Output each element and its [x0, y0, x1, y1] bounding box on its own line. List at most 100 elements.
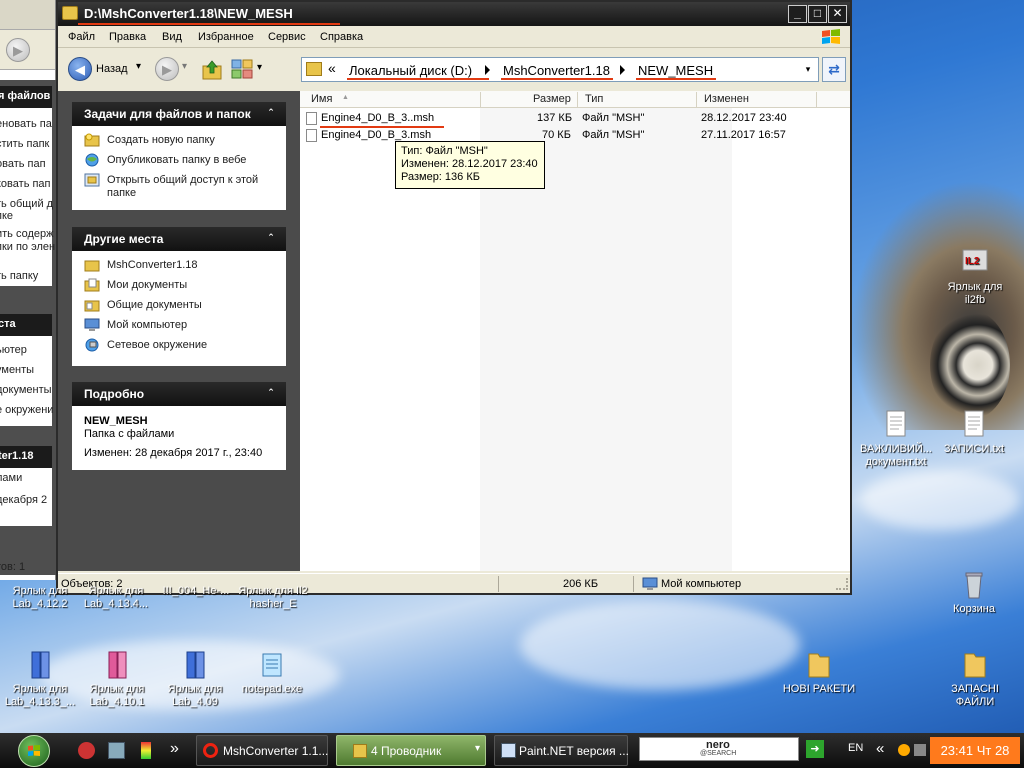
desktop-icon-lab-4-12-2[interactable]: Ярлык для Lab_4.12.2 — [0, 585, 80, 611]
menu-tools[interactable]: Сервис — [268, 31, 306, 43]
views-icon[interactable] — [231, 59, 255, 81]
nero-go-icon[interactable]: ➜ — [806, 740, 824, 758]
desktop-icon-important-doc[interactable]: ВАЖЛИВИЙ... документ.txt — [856, 410, 936, 469]
column-divider[interactable] — [577, 92, 578, 107]
menu-view[interactable]: Вид — [162, 31, 182, 43]
views-dropdown[interactable]: ▾ — [257, 62, 262, 73]
column-divider[interactable] — [480, 92, 481, 107]
desktop-icon-lab-4-10-1[interactable]: Ярлык для Lab_4.10.1 — [77, 650, 157, 709]
up-folder-icon[interactable] — [200, 58, 224, 82]
place-label[interactable]: MshConverter1.18 — [107, 259, 198, 271]
breadcrumb-separator-icon[interactable] — [485, 65, 490, 75]
background-explorer-window[interactable]: ▶ я файлов еновать па стить папк овать п… — [0, 0, 56, 580]
menu-file[interactable]: Файл — [68, 31, 95, 43]
bg-panel-line[interactable]: еновать па — [0, 118, 52, 130]
column-divider[interactable] — [816, 92, 817, 107]
go-refresh-button[interactable]: ⇄ — [822, 57, 846, 82]
window-titlebar[interactable]: D:\MshConverter1.18\NEW_MESH _ □ ✕ — [58, 2, 850, 26]
collapse-chevron-icon[interactable]: ⌃ — [264, 106, 278, 120]
clock[interactable]: 23:41 Чт 28 — [930, 737, 1020, 764]
bg-panel-line[interactable]: стить папк — [0, 138, 49, 150]
task-mshconverter[interactable]: MshConverter 1.1... — [196, 735, 328, 766]
place-label[interactable]: Сетевое окружение — [107, 339, 207, 351]
bg-panel-title[interactable]: ста — [0, 314, 52, 336]
quicklaunch-snap-icon[interactable] — [78, 742, 95, 759]
forward-button[interactable]: ▶ — [155, 57, 179, 81]
quicklaunch-network-icon[interactable] — [108, 742, 125, 759]
back-label[interactable]: Назад — [96, 63, 128, 75]
task-group-dropdown[interactable]: ▾ — [475, 743, 480, 754]
menu-favorites[interactable]: Избранное — [198, 31, 254, 43]
bg-panel-line[interactable]: пке — [0, 210, 13, 222]
quicklaunch-app-icon[interactable] — [141, 742, 151, 759]
bg-window-titlebar[interactable] — [0, 0, 55, 30]
collapse-chevron-icon[interactable]: ⌃ — [264, 231, 278, 245]
tray-expand-button[interactable]: « — [876, 740, 884, 757]
back-history-dropdown[interactable]: ▾ — [136, 61, 141, 72]
start-button[interactable] — [18, 735, 50, 767]
column-name[interactable]: Имя — [311, 93, 332, 105]
explorer-window[interactable]: D:\MshConverter1.18\NEW_MESH _ □ ✕ Файл … — [56, 0, 852, 595]
bg-panel-line[interactable]: ть общий д — [0, 198, 53, 210]
collapse-chevron-icon[interactable]: ⌃ — [264, 386, 278, 400]
task-label[interactable]: Опубликовать папку в вебе — [107, 154, 246, 166]
places-panel-header[interactable]: Другие места ⌃ — [72, 227, 286, 251]
forward-history-dropdown[interactable]: ▾ — [182, 61, 187, 72]
place-label[interactable]: Мой компьютер — [107, 319, 187, 331]
bg-panel-title[interactable]: ter1.18 — [0, 446, 52, 468]
bg-panel-line[interactable]: е окружени — [0, 404, 53, 416]
place-label[interactable]: Мои документы — [107, 279, 187, 291]
desktop-icon-notes[interactable]: ЗАПИСИ.txt — [934, 410, 1014, 456]
quicklaunch-more-button[interactable]: » — [170, 740, 179, 758]
file-name[interactable]: Engine4_D0_B_3.msh — [321, 129, 431, 141]
minimize-button[interactable]: _ — [788, 5, 807, 23]
resize-grip[interactable] — [836, 578, 848, 590]
bg-panel-line[interactable]: документы — [0, 384, 52, 396]
desktop-icon-new-rockets[interactable]: НОВІ РАКЕТИ — [779, 650, 859, 696]
breadcrumb-drive[interactable]: Локальный диск (D:) — [349, 63, 472, 78]
menu-edit[interactable]: Правка — [109, 31, 146, 43]
tray-icon[interactable] — [898, 744, 910, 756]
breadcrumb-mshconverter[interactable]: MshConverter1.18 — [503, 63, 610, 78]
desktop-icon-backup-files[interactable]: ЗАПАСНІ ФАЙЛИ — [935, 650, 1015, 709]
tasks-panel-header[interactable]: Задачи для файлов и папок ⌃ — [72, 102, 286, 126]
desktop-icon-il2fb[interactable]: IL2 Ярлык для il2fb — [935, 248, 1015, 307]
bg-panel-line[interactable]: ить содерж — [0, 228, 53, 240]
bg-panel-line[interactable]: пки по элен — [0, 241, 55, 253]
breadcrumb-new-mesh[interactable]: NEW_MESH — [638, 63, 713, 78]
desktop-icon-hasher[interactable]: Ярлык для Il2 hasher_E — [233, 585, 313, 611]
nero-search-box[interactable]: nero @SEARCH — [639, 737, 799, 761]
column-size[interactable]: Размер — [533, 93, 571, 105]
desktop-icon-lab-4-13-4[interactable]: Ярлык для Lab_4.13.4... — [76, 585, 156, 611]
column-type[interactable]: Тип — [585, 93, 603, 105]
bg-panel-line[interactable]: ументы — [0, 364, 34, 376]
column-modified[interactable]: Изменен — [704, 93, 749, 105]
file-row[interactable]: Engine4_D0_B_3..msh 137 КБ Файл "MSH" 28… — [300, 110, 850, 127]
desktop-icon-lab-4-09[interactable]: Ярлык для Lab_4.09 — [155, 650, 235, 709]
place-label[interactable]: Общие документы — [107, 299, 202, 311]
menu-help[interactable]: Справка — [320, 31, 363, 43]
task-label[interactable]: папке — [107, 187, 136, 199]
breadcrumb-overflow[interactable]: « — [328, 60, 336, 76]
breadcrumb-separator-icon[interactable] — [620, 65, 625, 75]
desktop-icon-lab-4-13-3[interactable]: Ярлык для Lab_4.13.3_... — [0, 650, 80, 709]
bg-panel-line[interactable]: ьютер — [0, 344, 27, 356]
language-indicator[interactable]: EN — [848, 742, 863, 754]
desktop-icon-notepad[interactable]: notepad.exe — [232, 650, 312, 696]
address-bar[interactable]: « Локальный диск (D:) MshConverter1.18 N… — [301, 57, 819, 82]
task-explorer[interactable]: 4 Проводник ▾ — [336, 735, 486, 766]
bg-panel-line[interactable]: овать пап — [0, 158, 46, 170]
task-paintnet[interactable]: Paint.NET версия ... — [494, 735, 629, 766]
address-dropdown-icon[interactable]: ▾ — [800, 61, 816, 78]
file-list[interactable]: Имя ▲ Размер Тип Изменен Engine4_D0_B_3.… — [300, 91, 850, 571]
back-button[interactable]: ◀ — [68, 57, 92, 81]
desktop-icon-004[interactable]: !!!_004_Не-... — [156, 585, 236, 598]
bg-panel-line[interactable]: ть папку — [0, 270, 38, 282]
file-row[interactable]: Engine4_D0_B_3.msh 70 КБ Файл "MSH" 27.1… — [300, 127, 850, 144]
details-panel-header[interactable]: Подробно ⌃ — [72, 382, 286, 406]
column-divider[interactable] — [696, 92, 697, 107]
task-label[interactable]: Создать новую папку — [107, 134, 215, 146]
maximize-button[interactable]: □ — [808, 5, 827, 23]
task-label[interactable]: Открыть общий доступ к этой — [107, 174, 258, 186]
tray-icon[interactable] — [914, 744, 926, 756]
